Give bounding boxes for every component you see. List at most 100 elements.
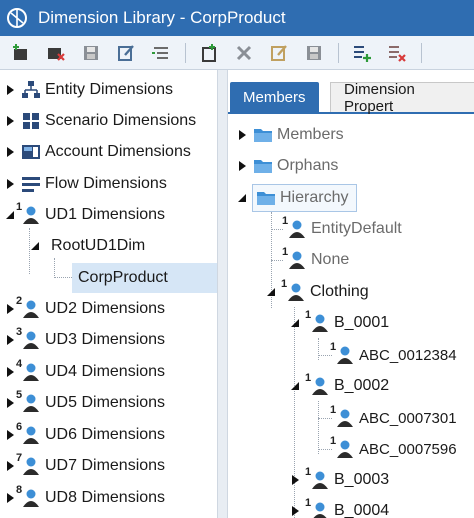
tree-item-ud5-dimensions[interactable]: 5 UD5 Dimensions (4, 388, 165, 418)
tree-item-label: UD5 Dimensions (45, 394, 166, 411)
tab-strip: Members Dimension Propert (228, 81, 474, 115)
rename-member-icon[interactable] (268, 42, 290, 64)
member-abc-0007596[interactable]: 1 ABC_0007596 (330, 434, 457, 464)
tree-item-ud2-dimensions[interactable]: 2 UD2 Dimensions (4, 294, 165, 324)
member-clothing[interactable]: 1 Clothing (265, 277, 369, 307)
add-relationship-icon[interactable] (351, 42, 373, 64)
member-icon: 1 (281, 278, 307, 303)
expand-arrow-icon[interactable] (4, 460, 16, 472)
tab-members[interactable]: Members (230, 82, 319, 112)
tab-dimension-properties[interactable]: Dimension Propert (330, 81, 474, 115)
tree-item-ud6-dimensions[interactable]: 6 UD6 Dimensions (4, 420, 165, 450)
collapse-arrow-icon[interactable] (289, 317, 301, 329)
user-dimension-icon: 3 (16, 326, 42, 351)
delete-member-icon[interactable] (233, 42, 255, 64)
tree-item-label: ABC_0007301 (359, 409, 457, 427)
expand-arrow-icon[interactable] (4, 303, 16, 315)
expand-arrow-icon[interactable] (236, 160, 248, 172)
tree-item-label: ABC_0007596 (359, 440, 457, 458)
expand-arrow-icon[interactable] (236, 129, 248, 141)
tree-item-corpproduct[interactable]: CorpProduct (72, 263, 217, 293)
account-icon (20, 141, 42, 163)
user-dimension-icon: 5 (16, 389, 42, 414)
expand-arrow-icon[interactable] (4, 84, 16, 96)
tree-connector (54, 258, 55, 278)
tree-item-ud7-dimensions[interactable]: 7 UD7 Dimensions (4, 451, 165, 481)
member-icon: 1 (330, 404, 356, 429)
toolbar-separator (338, 42, 339, 63)
member-b-0003[interactable]: 1 B_0003 (289, 465, 389, 495)
expand-arrow-icon[interactable] (4, 178, 16, 190)
member-abc-0007301[interactable]: 1 ABC_0007301 (330, 403, 457, 433)
tree-item-label: UD8 Dimensions (45, 489, 166, 506)
toolbar (0, 36, 474, 70)
expand-arrow-icon[interactable] (4, 334, 16, 346)
expand-arrow-icon[interactable] (4, 366, 16, 378)
tree-connector (318, 418, 332, 419)
collapse-arrow-icon[interactable] (265, 286, 277, 298)
tree-item-rootud1dim[interactable]: RootUD1Dim (29, 231, 145, 261)
member-b-0001[interactable]: 1 B_0001 (289, 308, 389, 338)
tree-item-label: Account Dimensions (45, 143, 191, 160)
expand-arrow-icon[interactable] (4, 397, 16, 409)
member-b-0004[interactable]: 1 B_0004 (289, 496, 389, 518)
member-icon: 1 (305, 466, 331, 491)
save-member-icon[interactable] (303, 42, 325, 64)
tree-item-flow-dimensions[interactable]: Flow Dimensions (4, 169, 167, 199)
pane-splitter[interactable] (217, 70, 228, 518)
expand-arrow-icon[interactable] (4, 115, 16, 127)
new-member-icon[interactable] (198, 42, 220, 64)
expand-arrow-icon[interactable] (4, 429, 16, 441)
tree-item-label: B_0003 (334, 471, 390, 488)
flow-icon (20, 173, 42, 195)
tree-connector (318, 401, 319, 454)
member-abc-0012384[interactable]: 1 ABC_0012384 (330, 340, 457, 370)
expand-arrow-icon[interactable] (289, 505, 301, 517)
member-folder-orphans[interactable]: Orphans (236, 151, 338, 181)
user-dimension-icon: 4 (16, 358, 42, 383)
new-dimension-icon[interactable] (10, 42, 32, 64)
tree-item-label: Clothing (310, 283, 369, 300)
tree-item-ud3-dimensions[interactable]: 3 UD3 Dimensions (4, 325, 165, 355)
hierarchy-node-frame: Hierarchy (252, 184, 358, 212)
user-dimension-icon: 8 (16, 484, 42, 509)
tree-item-entity-dimensions[interactable]: Entity Dimensions (4, 75, 173, 105)
tree-item-label: EntityDefault (311, 220, 402, 237)
member-entitydefault[interactable]: 1 EntityDefault (282, 214, 402, 244)
member-folder-hierarchy[interactable]: Hierarchy (236, 183, 358, 213)
tree-item-label: Scenario Dimensions (45, 112, 197, 129)
edit-dimension-icon[interactable] (115, 42, 137, 64)
member-icon: 1 (305, 309, 331, 334)
member-folder-members[interactable]: Members (236, 120, 344, 150)
tree-item-ud4-dimensions[interactable]: 4 UD4 Dimensions (4, 357, 165, 387)
tree-item-scenario-dimensions[interactable]: Scenario Dimensions (4, 106, 196, 136)
tree-item-ud8-dimensions[interactable]: 8 UD8 Dimensions (4, 483, 165, 513)
tree-item-account-dimensions[interactable]: Account Dimensions (4, 137, 191, 167)
delete-dimension-icon[interactable] (45, 42, 67, 64)
collapse-arrow-icon[interactable] (289, 380, 301, 392)
remove-relationship-icon[interactable] (386, 42, 408, 64)
tree-item-label: UD4 Dimensions (45, 363, 166, 380)
app-logo-icon (7, 8, 27, 28)
tree-item-label: Orphans (277, 157, 339, 174)
user-dimension-icon: 1 (16, 201, 42, 226)
member-icon: 1 (330, 341, 356, 366)
collapse-arrow-icon[interactable] (236, 192, 248, 204)
tree-item-label: B_0004 (334, 502, 390, 518)
expand-arrow-icon[interactable] (4, 146, 16, 158)
collapse-arrow-icon[interactable] (29, 240, 41, 252)
member-none[interactable]: 1 None (282, 245, 349, 275)
expand-arrow-icon[interactable] (4, 492, 16, 504)
member-b-0002[interactable]: 1 B_0002 (289, 371, 389, 401)
tree-connector (318, 338, 319, 360)
member-pane: Members Dimension Propert Members Orphan… (228, 70, 474, 518)
scenario-icon (20, 110, 42, 132)
collapse-arrow-icon[interactable] (4, 209, 16, 221)
save-dimension-icon[interactable] (80, 42, 102, 64)
tree-item-ud1-dimensions[interactable]: 1 UD1 Dimensions (4, 200, 165, 230)
collapse-icon[interactable] (150, 42, 172, 64)
expand-arrow-icon[interactable] (289, 474, 301, 486)
tree-connector (318, 355, 332, 356)
tree-connector (271, 260, 283, 261)
member-icon: 1 (330, 435, 356, 460)
